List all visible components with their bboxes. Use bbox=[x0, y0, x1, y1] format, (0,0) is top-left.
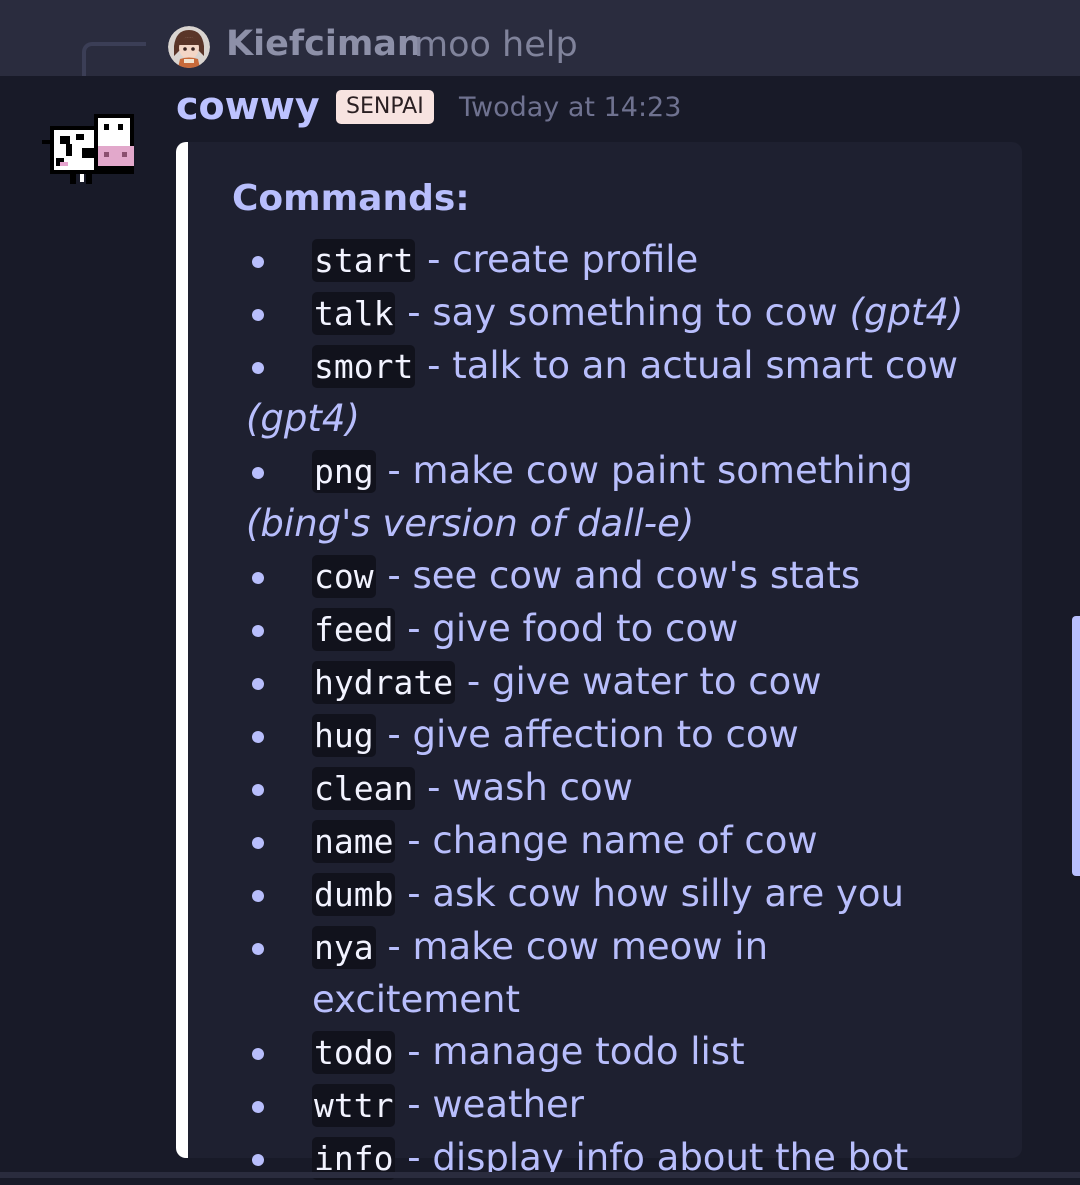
bullet-icon bbox=[252, 572, 264, 584]
bullet-icon bbox=[252, 362, 264, 374]
bottom-divider bbox=[0, 1172, 1080, 1178]
bullet-icon bbox=[252, 890, 264, 902]
bullet-icon bbox=[252, 1048, 264, 1060]
command-item-dumb: dumb - ask cow how silly are you bbox=[246, 868, 986, 921]
command-description: - give food to cow bbox=[395, 607, 739, 650]
command-item-hydrate: hydrate - give water to cow bbox=[246, 656, 986, 709]
command-description: - talk to an actual smart cow bbox=[415, 344, 959, 387]
command-name: hydrate bbox=[312, 661, 456, 704]
command-description: - give water to cow bbox=[455, 660, 822, 703]
reply-author[interactable]: Kiefciman bbox=[226, 24, 422, 64]
command-description: - see cow and cow's stats bbox=[375, 554, 861, 597]
message-timestamp: Twoday at 14:23 bbox=[459, 92, 682, 123]
command-description: - weather bbox=[395, 1083, 584, 1126]
command-name: clean bbox=[312, 767, 416, 810]
command-description: - give affection to cow bbox=[375, 713, 799, 756]
bullet-icon bbox=[252, 943, 264, 955]
cow-pixel-avatar-icon[interactable] bbox=[42, 112, 140, 188]
command-item-nya: nya - make cow meow in excitement bbox=[246, 921, 986, 1026]
bullet-icon bbox=[252, 625, 264, 637]
command-item-cow: cow - see cow and cow's stats bbox=[246, 550, 986, 603]
bullet-icon bbox=[252, 731, 264, 743]
embed-title: Commands: bbox=[232, 178, 470, 219]
command-description: - create profile bbox=[415, 238, 699, 281]
bullet-icon bbox=[252, 678, 264, 690]
command-name: start bbox=[312, 239, 416, 282]
bullet-icon bbox=[252, 837, 264, 849]
command-name: todo bbox=[312, 1031, 396, 1074]
command-note: (gpt4) bbox=[246, 397, 360, 440]
reply-message-text[interactable]: moo help bbox=[414, 25, 578, 65]
command-item-clean: clean - wash cow bbox=[246, 762, 986, 815]
command-item-hug: hug - give affection to cow bbox=[246, 709, 986, 762]
command-item-smort: smort - talk to an actual smart cow (gpt… bbox=[246, 340, 986, 445]
command-item-talk: talk - say something to cow (gpt4) bbox=[246, 287, 986, 340]
bullet-icon bbox=[252, 1101, 264, 1113]
user-avatar-icon[interactable] bbox=[168, 26, 210, 68]
message-author[interactable]: cowwy bbox=[176, 84, 320, 128]
command-note: (gpt4) bbox=[849, 291, 964, 334]
command-name: talk bbox=[312, 292, 396, 335]
command-note: (bing's version of dall-e) bbox=[246, 502, 695, 545]
bullet-icon bbox=[252, 467, 264, 479]
command-name: dumb bbox=[312, 873, 396, 916]
bullet-icon bbox=[252, 784, 264, 796]
command-item-wttr: wttr - weather bbox=[246, 1079, 986, 1132]
command-item-png: png - make cow paint something (bing's v… bbox=[246, 445, 986, 550]
command-description: - change name of cow bbox=[395, 819, 818, 862]
command-description: - say something to cow bbox=[395, 291, 850, 334]
command-description: - ask cow how silly are you bbox=[395, 872, 904, 915]
command-name: wttr bbox=[312, 1084, 396, 1127]
command-name: name bbox=[312, 820, 396, 863]
bullet-icon bbox=[252, 1154, 264, 1166]
bullet-icon bbox=[252, 309, 264, 321]
command-name: nya bbox=[312, 926, 376, 969]
bullet-icon bbox=[252, 256, 264, 268]
command-list: start - create profile talk - say somethi… bbox=[246, 234, 986, 1185]
command-item-todo: todo - manage todo list bbox=[246, 1026, 986, 1079]
command-item-start: start - create profile bbox=[246, 234, 986, 287]
command-name: png bbox=[312, 450, 376, 493]
role-badge: SENPAI bbox=[336, 90, 434, 124]
command-name: smort bbox=[312, 345, 416, 388]
command-name: cow bbox=[312, 555, 376, 598]
command-name: hug bbox=[312, 714, 376, 757]
command-item-name: name - change name of cow bbox=[246, 815, 986, 868]
command-name: feed bbox=[312, 608, 396, 651]
reply-connector bbox=[82, 42, 146, 76]
command-item-feed: feed - give food to cow bbox=[246, 603, 986, 656]
commands-embed: Commands: start - create profile talk - s… bbox=[176, 142, 1022, 1180]
command-description: - manage todo list bbox=[395, 1030, 745, 1073]
command-description: - make cow paint something bbox=[375, 449, 913, 492]
command-description: - wash cow bbox=[415, 766, 633, 809]
command-description: - make cow meow in excitement bbox=[312, 925, 769, 1021]
scrollbar-thumb[interactable] bbox=[1072, 616, 1080, 876]
